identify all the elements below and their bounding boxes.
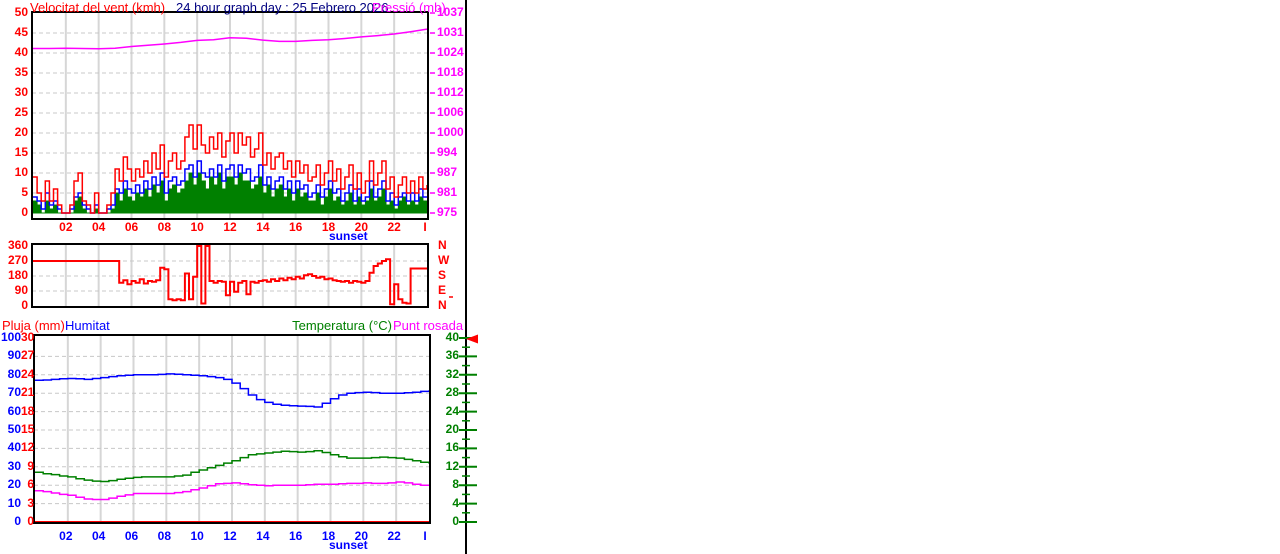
temperature-axis-tick: 36 [445, 348, 459, 363]
compass-tick: N [438, 298, 447, 312]
hour-label-bottom: 22 [387, 529, 401, 543]
axis-end-tick-top: I [423, 220, 427, 234]
temperature-axis-tick: 16 [445, 440, 459, 455]
rain-axis-tick: 30 [21, 330, 35, 344]
wind-axis-tick: 0 [21, 205, 28, 219]
hour-label-top: 02 [59, 220, 73, 234]
rain-axis-tick: 27 [21, 348, 35, 363]
rain-axis-tick: 24 [21, 366, 35, 381]
rain-axis-tick: 15 [21, 422, 35, 436]
hour-label-bottom: 04 [91, 529, 106, 543]
humidity-axis-tick: 60 [7, 403, 21, 418]
hour-label-top: 16 [288, 220, 303, 234]
humidity-axis-tick: 100 [0, 330, 21, 344]
wind-axis-tick: 10 [14, 165, 28, 179]
hour-label-top: 22 [387, 220, 401, 234]
humidity-series-title: Humitat [65, 318, 110, 333]
wind-axis-tick: 45 [14, 25, 28, 39]
rain-axis-tick: 3 [27, 495, 34, 510]
humidity-axis-tick: 80 [7, 366, 21, 381]
humidity-axis-tick: 0 [14, 514, 21, 528]
hour-label-bottom: 20 [354, 529, 368, 543]
temperature-axis-tick: 0 [452, 514, 459, 528]
wind-axis-tick: 35 [14, 65, 28, 79]
temperature-axis-tick: 8 [452, 477, 459, 492]
direction-axis-tick: 0 [21, 298, 28, 312]
direction-axis-tick: 360 [7, 238, 28, 252]
pressure-axis-tick: 1018 [437, 65, 464, 79]
pressure-axis-tick: 1037 [437, 5, 464, 19]
temperature-axis-tick: 20 [445, 422, 459, 436]
rain-axis-tick: 9 [27, 458, 34, 473]
hour-label-top: 06 [124, 220, 139, 234]
wind-axis-tick: 50 [14, 5, 28, 19]
temperature-axis-tick: 28 [445, 385, 459, 400]
hour-label-top: 14 [256, 220, 270, 234]
rain-axis-tick: 18 [21, 403, 35, 418]
humidity-axis-tick: 50 [7, 422, 21, 436]
hour-label-top: 08 [157, 220, 171, 234]
humidity-axis-tick: 20 [7, 477, 21, 492]
axis-end-tick-bottom: I [423, 529, 427, 543]
wind-axis-title: Velocitat del vent (kmh) [30, 0, 166, 15]
compass-tick: N [438, 238, 447, 252]
rain-axis-tick: 0 [27, 514, 34, 528]
hour-label-bottom: 10 [190, 529, 204, 543]
humidity-axis-tick: 70 [7, 385, 21, 400]
temperature-axis-tick: 24 [445, 403, 459, 418]
hour-label-bottom: 16 [288, 529, 303, 543]
pressure-axis-title: Pressió (mb) [372, 0, 446, 15]
wind-axis-tick: 30 [14, 85, 28, 99]
temperature-axis-tick: 12 [445, 458, 459, 473]
pressure-axis-tick: 987 [437, 165, 458, 179]
temperature-axis-tick: 4 [452, 495, 459, 510]
pressure-axis-tick: 994 [437, 145, 458, 159]
chart-labels-layer: Velocitat del vent (kmh) 24 hour graph d… [0, 0, 480, 554]
pressure-axis-tick: 1031 [437, 25, 464, 39]
humidity-axis-tick: 90 [7, 348, 21, 363]
rain-axis-tick: 21 [21, 385, 35, 400]
pressure-axis-tick: 975 [437, 205, 458, 219]
hour-label-bottom: 18 [321, 529, 336, 543]
pressure-axis-tick: 981 [437, 185, 458, 199]
wind-axis-tick: 20 [14, 125, 28, 139]
direction-axis-tick: 180 [7, 268, 28, 282]
compass-tick: E [438, 283, 447, 297]
pressure-axis-tick: 1012 [437, 85, 464, 99]
temperature-series-title: Temperatura (°C) [292, 318, 392, 333]
direction-axis-tick: 90 [14, 283, 28, 297]
humidity-axis-tick: 30 [7, 458, 21, 473]
weather-graphs-screen: Velocitat del vent (kmh) 24 hour graph d… [0, 0, 1280, 554]
wind-axis-tick: 5 [21, 185, 28, 199]
temperature-axis-tick: 32 [445, 366, 459, 381]
hour-label-top: 20 [354, 220, 368, 234]
hour-label-bottom: 08 [157, 529, 171, 543]
hour-label-bottom: 12 [223, 529, 237, 543]
wind-axis-tick: 40 [14, 45, 28, 59]
rain-axis-tick: 12 [21, 440, 35, 455]
hour-label-bottom: 02 [59, 529, 73, 543]
hour-label-top: 12 [223, 220, 237, 234]
humidity-axis-tick: 10 [7, 495, 21, 510]
rain-axis-tick: 6 [27, 477, 34, 492]
temperature-axis-tick: 40 [445, 330, 459, 344]
pressure-axis-tick: 1006 [437, 105, 464, 119]
hour-label-bottom: 06 [124, 529, 139, 543]
compass-tick: W [438, 253, 450, 267]
pressure-axis-tick: 1024 [437, 45, 464, 59]
humidity-axis-tick: 40 [7, 440, 21, 455]
wind-axis-tick: 15 [14, 145, 28, 159]
pressure-axis-tick: 1000 [437, 125, 464, 139]
wind-axis-tick: 25 [14, 105, 28, 119]
hour-label-top: 04 [91, 220, 106, 234]
hour-label-bottom: 14 [256, 529, 270, 543]
compass-tick: S [438, 268, 447, 282]
hour-label-top: 10 [190, 220, 204, 234]
direction-axis-tick: 270 [7, 253, 28, 267]
graph-title: 24 hour graph day : 25 Febrero 2026 [176, 0, 389, 15]
hour-label-top: 18 [321, 220, 336, 234]
